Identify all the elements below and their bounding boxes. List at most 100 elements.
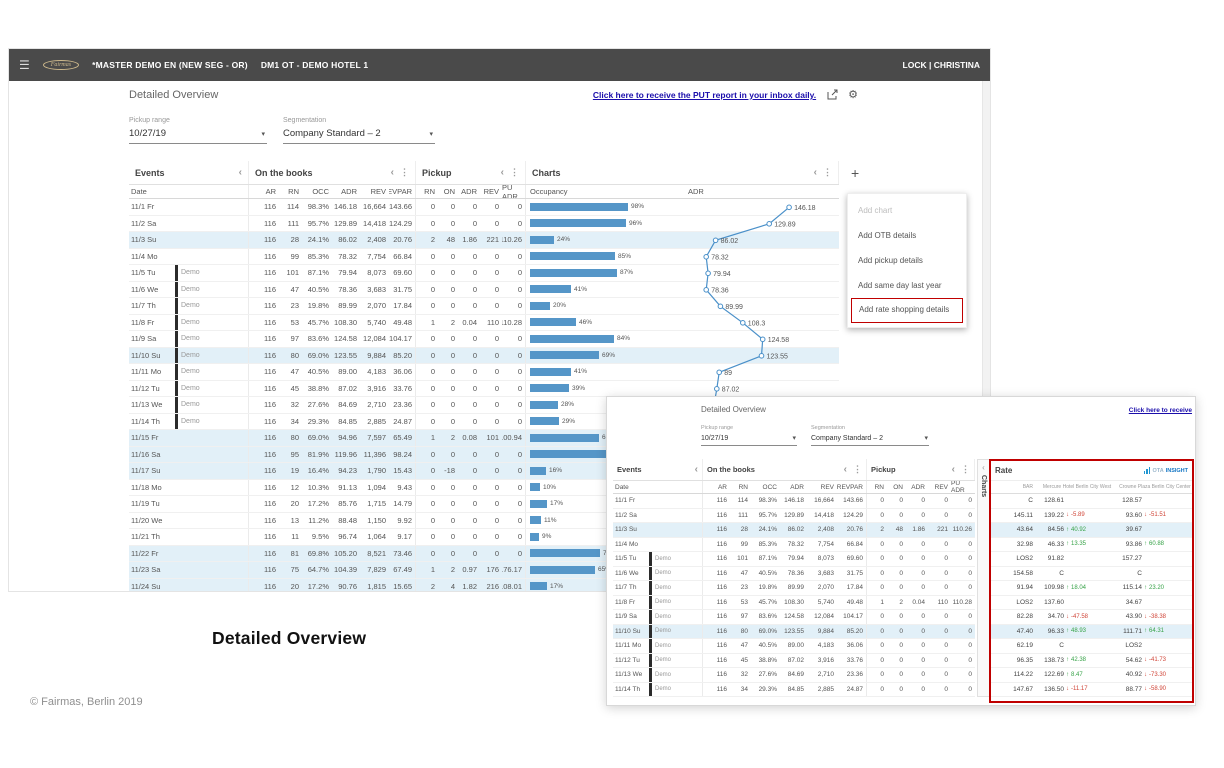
ota-logo-text: INSIGHT — [1165, 468, 1188, 474]
otb-cell: 94.23 — [338, 466, 357, 476]
hamburger-menu-icon[interactable]: ☰ — [19, 58, 30, 72]
events-cell: Demo — [175, 281, 249, 297]
rate-hotel-cell: 46.33 ↑ 13.35 — [1036, 538, 1114, 552]
otb-cell: 53 — [290, 317, 299, 327]
filter-label: Segmentation — [811, 425, 845, 431]
filter-label: Pickup range — [701, 425, 734, 431]
pickup-cell: 0 — [968, 642, 972, 650]
otb-cell: 85.20 — [389, 347, 416, 363]
pickup-cell: 2 — [430, 581, 435, 591]
pickup-cell: 0 — [502, 496, 526, 512]
rate-row: 32.98 46.33 ↑ 13.35 93.86 ↑ 60.88 — [991, 537, 1192, 552]
otb-cell: 73.46 — [389, 545, 416, 561]
collapse-chevron-icon[interactable]: ‹ — [501, 167, 504, 178]
otb-cell: 104.39 — [334, 565, 357, 575]
table-row: 11/6 We Demo 116 47 40.5% 78.36 3,683 31.75 0 0 0 0… — [129, 281, 839, 298]
otb-cell: 31.75 — [389, 281, 416, 297]
menu-item[interactable]: Add same day last year — [848, 273, 966, 298]
occupancy-bar-cell: 84% — [526, 331, 688, 347]
otb-cell: 45 — [290, 383, 299, 393]
pickup-cell: 4 — [450, 581, 455, 591]
pickup-cell: 0 — [880, 627, 884, 635]
pickup-cell: 0 — [450, 301, 455, 311]
charts-panel-title: Charts — [980, 475, 987, 498]
otb-cell: 3,683 — [817, 569, 834, 577]
pickup-cell: 0 — [494, 334, 499, 344]
more-options-icon[interactable]: ⋮ — [510, 167, 519, 178]
otb-cell: 116 — [264, 218, 276, 228]
event-marker — [649, 639, 652, 653]
adr-chart-cell — [688, 232, 839, 248]
rate-bar-cell: 91.94 — [991, 581, 1036, 595]
otb-cell: 101 — [737, 555, 748, 563]
filter-value: Company Standard – 2 — [283, 128, 381, 139]
menu-item[interactable]: Add chart — [848, 198, 966, 223]
pickup-cell: 0 — [944, 569, 948, 577]
col-header: REV — [934, 483, 948, 491]
events-cell — [175, 215, 249, 231]
col-header: REV — [370, 187, 386, 196]
otb-cell: 108.30 — [784, 598, 804, 606]
segmentation-filter[interactable]: Segmentation Company Standard – 2 ▾ — [811, 425, 929, 446]
otb-cell: 78.32 — [787, 540, 804, 548]
collapse-chevron-icon[interactable]: ‹ — [844, 464, 847, 475]
table-row: 11/10 Su Demo 116 80 69.0% 123.55 9,884 85.20 0 0… — [613, 624, 975, 639]
date-cell: 11/10 Su — [615, 627, 641, 635]
menu-item[interactable]: Add OTB details — [848, 223, 966, 248]
otb-cell: 17.84 — [389, 298, 416, 314]
pickup-cell: 0 — [494, 400, 499, 410]
more-options-icon[interactable]: ⋮ — [823, 167, 832, 178]
add-panel-button[interactable]: + — [851, 165, 859, 181]
menu-item[interactable]: Add rate shopping details — [851, 298, 963, 323]
collapse-chevron-icon[interactable]: ‹ — [952, 464, 955, 475]
events-cell: Demo — [649, 581, 703, 595]
more-options-icon[interactable]: ⋮ — [400, 167, 409, 178]
more-options-icon[interactable]: ⋮ — [853, 464, 862, 475]
occupancy-bar — [530, 219, 626, 228]
pickup-cell: 0 — [430, 334, 435, 344]
otb-panel-title: On the books — [707, 465, 755, 474]
events-cell — [175, 463, 249, 479]
otb-cell: 78.32 — [338, 251, 357, 261]
col-header: PU ADR — [502, 185, 526, 198]
caret-down-icon: ▾ — [429, 130, 433, 138]
rate-delta: 64.31 — [1149, 628, 1165, 635]
segmentation-filter[interactable]: Segmentation Company Standard – 2 ▾ — [283, 117, 435, 144]
filters-bar: Pickup range 10/27/19 ▾ Segmentation Comp… — [701, 425, 929, 446]
events-cell: Demo — [649, 668, 703, 682]
menu-item[interactable]: Add pickup details — [848, 248, 966, 273]
occupancy-label: 16% — [549, 467, 563, 475]
otb-cell: 123.55 — [784, 627, 804, 635]
date-cell: 11/14 Th — [615, 685, 641, 693]
event-marker — [649, 682, 652, 696]
otb-cell: 3,683 — [367, 284, 386, 294]
pickup-cell: 0 — [968, 540, 972, 548]
pickup-cell: 0 — [880, 642, 884, 650]
lock-user-label[interactable]: LOCK | CHRISTINA — [903, 60, 980, 70]
events-cell — [175, 232, 249, 248]
date-cell: 11/5 Tu — [615, 555, 637, 563]
pickup-cell: 0 — [450, 202, 455, 212]
pickup-range-filter[interactable]: Pickup range 10/27/19 ▾ — [129, 117, 267, 144]
collapse-chevron-icon[interactable]: ‹ — [239, 167, 242, 178]
collapse-chevron-icon[interactable]: ‹ — [391, 167, 394, 178]
collapse-chevron-icon[interactable]: ‹ — [695, 464, 698, 475]
otb-cell: 80 — [740, 627, 748, 635]
put-report-link[interactable]: Click here to receive — [1129, 407, 1192, 414]
otb-cell: 124.29 — [389, 215, 416, 231]
export-icon[interactable] — [826, 89, 838, 101]
otb-cell: 69.0% — [307, 350, 329, 360]
pickup-cell: 0 — [880, 656, 884, 664]
rate-value: 114.22 — [1013, 671, 1033, 679]
gear-icon[interactable]: ⚙ — [848, 89, 858, 101]
collapse-chevron-icon[interactable]: ‹ — [814, 167, 817, 178]
occupancy-label: 87% — [620, 269, 634, 277]
otb-cell: 5,740 — [367, 317, 386, 327]
rate-col-header: Crowne Plaza Berlin City Center — [1119, 484, 1191, 490]
put-report-link[interactable]: Click here to receive the PUT report in … — [593, 90, 816, 100]
events-cell: Demo — [175, 380, 249, 396]
copyright: © Fairmas, Berlin 2019 — [30, 696, 143, 708]
pickup-range-filter[interactable]: Pickup range 10/27/19 ▾ — [701, 425, 797, 446]
occupancy-bar — [530, 400, 558, 409]
more-options-icon[interactable]: ⋮ — [961, 464, 970, 475]
